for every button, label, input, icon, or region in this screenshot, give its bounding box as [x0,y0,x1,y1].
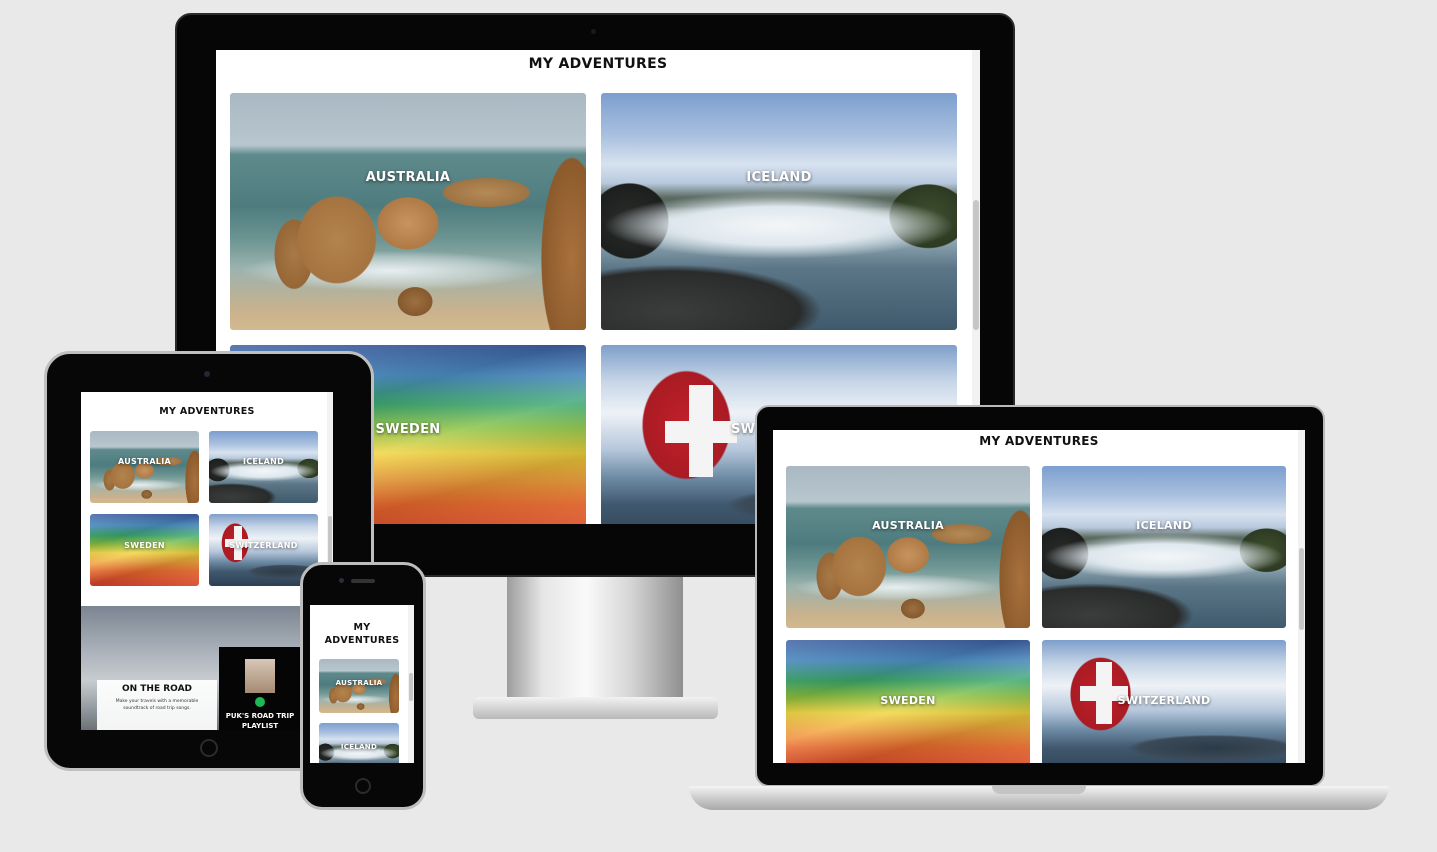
tile-sweden[interactable]: SWEDEN [786,640,1030,763]
page-title: MY ADVENTURES [310,621,414,647]
page-title: MY ADVENTURES [979,434,1099,448]
tile-label: AUSTRALIA [335,679,383,687]
section-title: ON THE ROAD [121,684,193,694]
playlist-title: PUK'S ROAD TRIP PLAYLIST [225,712,295,730]
tile-label: ICELAND [242,457,285,466]
tablet-camera [204,371,210,377]
on-the-road-section: ON THE ROAD Make your travels with a mem… [81,606,333,730]
laptop-notch [992,786,1086,794]
monitor-camera [591,29,596,34]
tablet-screen: MY ADVENTURES AUSTRALIA ICELAND SWEDEN S… [81,392,333,730]
tile-label: AUSTRALIA [365,170,451,185]
tile-iceland[interactable]: ICELAND [319,723,399,763]
scrollbar-thumb[interactable] [1299,548,1304,630]
tile-australia[interactable]: AUSTRALIA [786,466,1030,628]
tile-iceland[interactable]: ICELAND [1042,466,1286,628]
tile-label: AUSTRALIA [118,457,171,466]
tile-iceland[interactable]: ICELAND [601,93,957,330]
tablet-home-button[interactable] [200,739,218,757]
tile-label: SWEDEN [880,694,936,707]
tile-label: ICELAND [746,170,812,185]
page-title: MY ADVENTURES [159,406,255,417]
scrollbar-thumb[interactable] [973,200,979,330]
phone-screen: MY ADVENTURES AUSTRALIA ICELAND [310,605,414,763]
monitor-stand-base [473,697,718,719]
tile-label: AUSTRALIA [872,519,944,532]
on-the-road-card: ON THE ROAD Make your travels with a mem… [97,680,217,730]
tile-switzerland[interactable]: SWITZERLAND [1042,640,1286,763]
section-description: Make your travels with a memorable sound… [115,699,199,711]
title-line-2: ADVENTURES [324,635,400,646]
tile-iceland[interactable]: ICELAND [209,431,318,503]
playlist-card[interactable]: PUK'S ROAD TRIP PLAYLIST [219,647,301,730]
monitor-stand [507,575,683,703]
tile-australia[interactable]: AUSTRALIA [319,659,399,713]
scrollbar-thumb[interactable] [409,673,413,701]
tile-australia[interactable]: AUSTRALIA [230,93,586,330]
phone-camera [339,578,344,583]
flag-cross [665,421,737,443]
phone-speaker [351,579,375,583]
tile-label: SW [731,422,756,437]
scrollbar[interactable] [408,605,414,763]
tile-australia[interactable]: AUSTRALIA [90,431,199,503]
scrollbar[interactable] [1298,430,1305,763]
laptop-screen: MY ADVENTURES AUSTRALIA ICELAND SWEDEN S… [773,430,1305,763]
tile-label: ICELAND [1136,519,1192,532]
phone-home-button[interactable] [355,778,371,794]
tile-label: SWITZERLAND [229,541,298,550]
laptop-base [689,786,1389,810]
page-title: MY ADVENTURES [528,56,668,72]
tile-label: SWEDEN [124,541,165,550]
tile-label: SWITZERLAND [1117,694,1211,707]
tile-sweden[interactable]: SWEDEN [90,514,199,586]
playlist-cover [245,659,275,693]
spotify-icon[interactable] [255,697,265,707]
tile-label: ICELAND [340,743,378,751]
title-line-1: MY [353,622,371,633]
